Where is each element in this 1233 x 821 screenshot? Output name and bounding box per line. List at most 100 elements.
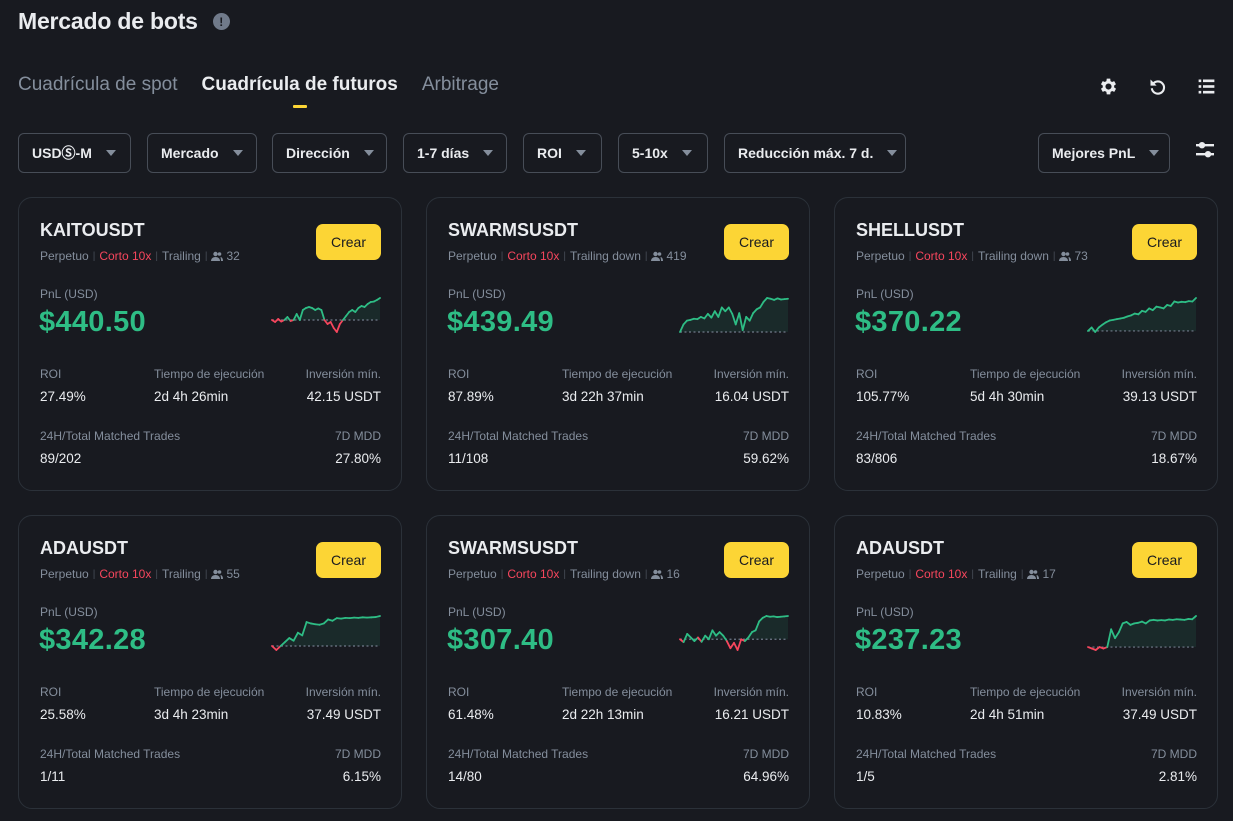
users-icon <box>1027 569 1040 579</box>
grid-mode: Trailing down <box>977 249 1049 263</box>
info-circle-icon[interactable]: ! <box>212 13 230 30</box>
list-view-icon[interactable] <box>1196 76 1217 97</box>
tab-spot-grid[interactable]: Cuadrícula de spot <box>18 74 178 96</box>
separator: | <box>155 568 158 580</box>
filter-bar: USDⓈ-M Mercado Dirección 1-7 días ROI 5-… <box>18 133 1233 173</box>
filter-roi[interactable]: ROI <box>523 133 602 173</box>
refresh-icon[interactable] <box>1147 76 1168 97</box>
min-investment-value: 39.13 USDT <box>1122 389 1197 404</box>
bot-marketplace-page: Mercado de bots ! Cuadrícula de spot Cua… <box>0 0 1233 821</box>
sort-dropdown[interactable]: Mejores PnL <box>1038 133 1170 173</box>
bot-meta: Perpetuo | Corto 10x | Trailing | 32 <box>40 249 240 263</box>
chevron-down-icon <box>1149 150 1160 156</box>
matched-trades-label: 24H/Total Matched Trades <box>448 429 589 443</box>
filter-max-drawdown[interactable]: Reducción máx. 7 d. <box>724 133 906 173</box>
bot-card[interactable]: ADAUSDT Perpetuo | Corto 10x | Trailing … <box>834 515 1218 809</box>
tab-arbitrage[interactable]: Arbitrage <box>422 74 499 96</box>
pnl-label: PnL (USD) <box>856 605 914 619</box>
mdd-value: 64.96% <box>743 769 789 784</box>
chevron-down-icon <box>887 150 898 156</box>
filter-label: Reducción máx. 7 d. <box>738 145 874 161</box>
direction-badge: Corto 10x <box>507 567 560 581</box>
users-icon <box>1059 251 1072 261</box>
filter-label: USDⓈ-M <box>32 145 92 161</box>
min-investment-label: Inversión mín. <box>305 685 381 699</box>
mdd-label: 7D MDD <box>742 429 789 443</box>
pnl-value: $342.28 <box>39 624 146 656</box>
create-bot-button[interactable]: Crear <box>1132 542 1197 578</box>
user-count: 17 <box>1042 567 1056 581</box>
bot-symbol: SWARMSUSDT <box>448 538 578 558</box>
bot-card[interactable]: SHELLUSDT Perpetuo | Corto 10x | Trailin… <box>834 197 1218 491</box>
filter-label: 5-10x <box>632 145 668 161</box>
sliders-icon[interactable] <box>1194 139 1216 161</box>
users-icon <box>211 251 224 261</box>
filter-direction[interactable]: Dirección <box>272 133 387 173</box>
bot-card[interactable]: SWARMSUSDT Perpetuo | Corto 10x | Traili… <box>426 197 810 491</box>
matched-trades-label: 24H/Total Matched Trades <box>40 747 181 761</box>
chevron-down-icon <box>232 150 243 156</box>
bot-card[interactable]: KAITOUSDT Perpetuo | Corto 10x | Trailin… <box>18 197 402 491</box>
mdd-value: 6.15% <box>342 769 381 784</box>
mdd-value: 2.81% <box>1158 769 1197 784</box>
create-bot-button[interactable]: Crear <box>316 542 381 578</box>
separator: | <box>155 250 158 262</box>
direction-badge: Corto 10x <box>99 567 152 581</box>
gear-icon[interactable] <box>1098 76 1119 97</box>
bot-card[interactable]: SWARMSUSDT Perpetuo | Corto 10x | Traili… <box>426 515 810 809</box>
pnl-sparkline <box>271 297 381 333</box>
runtime-value: 2d 4h 26min <box>154 389 229 404</box>
chevron-down-icon <box>105 150 116 156</box>
chevron-down-icon <box>483 150 494 156</box>
separator: | <box>500 250 504 262</box>
matched-trades-label: 24H/Total Matched Trades <box>448 747 589 761</box>
tab-futures-grid[interactable]: Cuadrícula de futuros <box>202 74 398 96</box>
pnl-value: $370.22 <box>855 306 962 338</box>
chevron-down-icon <box>363 150 374 156</box>
users-icon <box>211 569 224 579</box>
filter-leverage[interactable]: 5-10x <box>618 133 708 173</box>
separator: | <box>1020 568 1024 580</box>
min-investment-label: Inversión mín. <box>713 367 789 381</box>
separator: | <box>563 250 566 262</box>
matched-trades-value: 89/202 <box>40 451 82 466</box>
pnl-value: $307.40 <box>447 624 554 656</box>
pnl-label: PnL (USD) <box>40 287 98 301</box>
matched-trades-value: 14/80 <box>448 769 482 784</box>
matched-trades-value: 83/806 <box>856 451 898 466</box>
filter-contract-type[interactable]: USDⓈ-M <box>18 133 131 173</box>
create-bot-button[interactable]: Crear <box>724 542 789 578</box>
min-investment-label: Inversión mín. <box>1121 685 1197 699</box>
runtime-label: Tiempo de ejecución <box>562 685 673 699</box>
filter-runtime[interactable]: 1-7 días <box>403 133 507 173</box>
roi-value: 25.58% <box>40 707 86 722</box>
bot-meta: Perpetuo | Corto 10x | Trailing down | 4… <box>448 249 687 263</box>
sparkline-segment-loss <box>335 323 341 333</box>
bot-card[interactable]: ADAUSDT Perpetuo | Corto 10x | Trailing … <box>18 515 402 809</box>
min-investment-value: 16.21 USDT <box>714 707 789 722</box>
roi-value: 87.89% <box>448 389 494 404</box>
sparkline-area <box>680 616 788 640</box>
mdd-label: 7D MDD <box>1150 747 1197 761</box>
contract-type: Perpetuo <box>448 567 497 581</box>
contract-type: Perpetuo <box>40 567 89 581</box>
filter-label: 1-7 días <box>417 145 470 161</box>
separator: | <box>1052 250 1056 262</box>
filter-market[interactable]: Mercado <box>147 133 257 173</box>
roi-value: 10.83% <box>856 707 902 722</box>
pnl-sparkline <box>1087 615 1197 651</box>
roi-value: 61.48% <box>448 707 494 722</box>
pnl-label: PnL (USD) <box>448 605 506 619</box>
separator: | <box>644 250 648 262</box>
create-bot-button[interactable]: Crear <box>724 224 789 260</box>
user-count: 55 <box>226 567 240 581</box>
sort-label: Mejores PnL <box>1052 145 1136 161</box>
bot-type-tabs: Cuadrícula de spot Cuadrícula de futuros… <box>18 74 499 96</box>
mdd-label: 7D MDD <box>742 747 789 761</box>
create-bot-button[interactable]: Crear <box>316 224 381 260</box>
page-title: Mercado de bots <box>18 8 198 34</box>
roi-label: ROI <box>856 685 878 699</box>
direction-badge: Corto 10x <box>507 249 560 263</box>
create-bot-button[interactable]: Crear <box>1132 224 1197 260</box>
mdd-value: 59.62% <box>743 451 789 466</box>
